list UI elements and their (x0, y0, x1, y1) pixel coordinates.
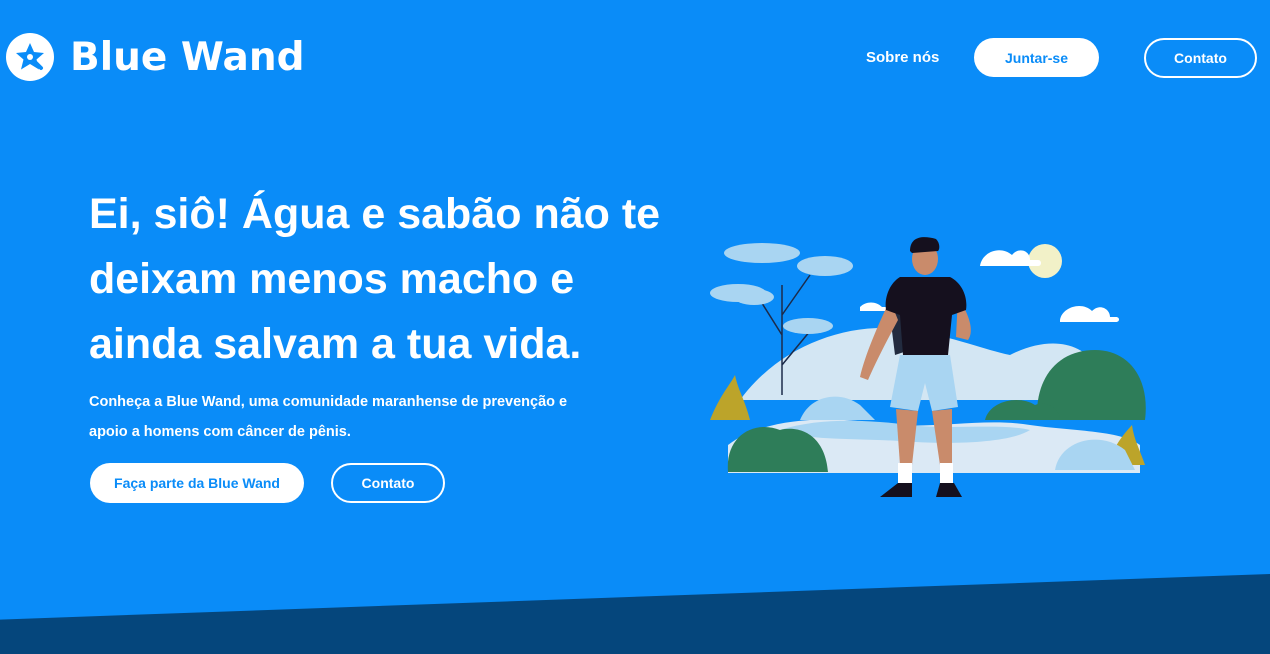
rock (800, 396, 875, 420)
brand-name: Blue Wand (70, 34, 305, 80)
hero-illustration (710, 237, 1146, 497)
foliage (734, 289, 774, 305)
hair (910, 237, 940, 253)
join-community-button[interactable]: Faça parte da Blue Wand (90, 463, 304, 503)
shoe (936, 483, 962, 497)
brand[interactable]: Blue Wand (6, 33, 305, 81)
site-header: Blue Wand Sobre nós Juntar-se Contato (0, 0, 1270, 116)
star-badge-icon (6, 33, 54, 81)
bottom-section-band (0, 574, 1270, 654)
shorts (890, 355, 958, 411)
foliage (724, 243, 800, 263)
foliage (797, 256, 853, 276)
join-button[interactable]: Juntar-se (974, 38, 1099, 77)
hero-title: Ei, siô! Água e sabão não te deixam meno… (89, 190, 661, 368)
hero-contact-button[interactable]: Contato (331, 463, 445, 503)
sock (940, 463, 953, 485)
shoe (880, 483, 912, 497)
contact-button[interactable]: Contato (1144, 38, 1257, 78)
landing-page: Blue Wand Sobre nós Juntar-se Contato Ei… (0, 0, 1270, 654)
foliage (783, 318, 833, 334)
sock (898, 463, 912, 485)
cloud (1060, 305, 1119, 322)
hero-subtitle: Conheça a Blue Wand, uma comunidade mara… (89, 394, 568, 440)
nav-about-link[interactable]: Sobre nós (866, 49, 939, 66)
